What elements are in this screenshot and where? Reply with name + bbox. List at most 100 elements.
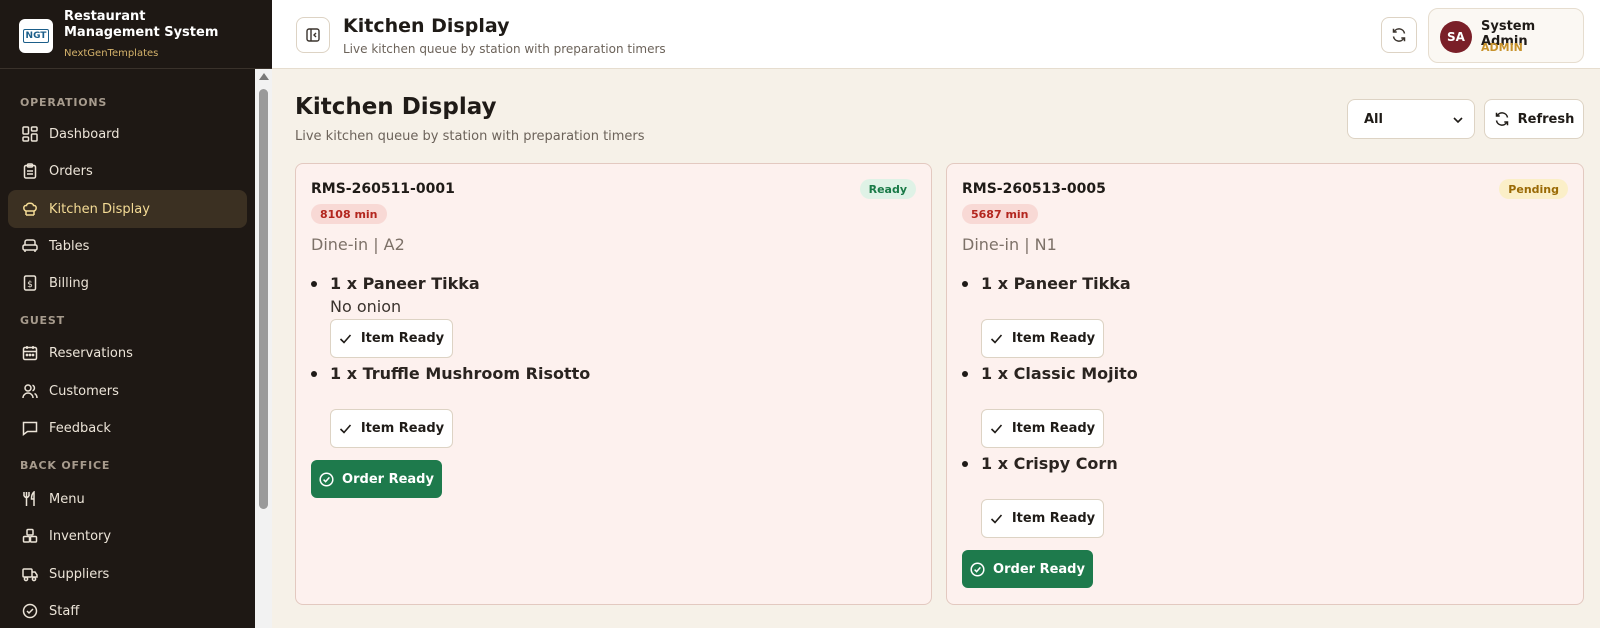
badge-check-icon [21,602,39,620]
section-label-back-office: BACK OFFICE [20,459,111,472]
item-note: No onion [330,297,402,316]
check-icon [990,512,1003,525]
dine-info: Dine-in | A2 [311,235,405,254]
brand-subtitle: NextGenTemplates [64,48,159,59]
chef-hat-icon [21,200,39,218]
item-ready-label: Item Ready [1011,421,1096,436]
panel-collapse-icon [306,28,320,42]
scroll-up-arrow-icon[interactable] [259,73,269,80]
refresh-label: Refresh [1517,111,1575,127]
sidebar-item-label: Feedback [49,420,111,436]
brand-title: Restaurant Management System [64,9,219,40]
station-filter-select[interactable]: All [1347,99,1475,139]
item-ready-button[interactable]: Item Ready [981,499,1104,538]
item-ready-label: Item Ready [1011,331,1096,346]
sidebar: NGT Restaurant Management System NextGen… [0,0,272,628]
order-card: RMS-260513-0005 5687 min Pending Dine-in… [946,163,1584,605]
sidebar-item-label: Reservations [49,345,133,361]
top-bar: Kitchen Display Live kitchen queue by st… [272,0,1600,69]
item-name: 1 x Classic Mojito [981,364,1138,383]
check-icon [339,332,352,345]
list-item: 1 x Truffle Mushroom Risotto [311,364,590,383]
order-ready-button[interactable]: Order Ready [962,550,1093,588]
sidebar-item-label: Kitchen Display [49,201,150,217]
item-ready-button[interactable]: Item Ready [981,319,1104,358]
users-icon [21,382,39,400]
dine-info: Dine-in | N1 [962,235,1057,254]
sidebar-item-tables[interactable]: Tables [8,227,247,265]
sidebar-item-label: Dashboard [49,126,120,142]
bullet [962,280,968,287]
item-ready-button[interactable]: Item Ready [330,409,453,448]
sidebar-item-dashboard[interactable]: Dashboard [8,115,247,153]
refresh-icon [1494,111,1510,127]
sidebar-item-label: Staff [49,603,80,619]
sidebar-item-label: Billing [49,275,89,291]
status-badge: Pending [1499,179,1568,199]
check-icon [339,422,352,435]
item-ready-label: Item Ready [360,421,445,436]
header-refresh-button[interactable] [1381,17,1417,53]
item-ready-button[interactable]: Item Ready [981,409,1104,448]
timer-badge: 8108 min [311,204,387,224]
item-ready-label: Item Ready [1011,511,1096,526]
sidebar-item-billing[interactable]: $ Billing [8,264,247,302]
order-ready-label: Order Ready [993,561,1085,577]
bullet [311,280,317,287]
sidebar-item-kitchen-display[interactable]: Kitchen Display [8,190,247,228]
sidebar-item-label: Tables [49,238,90,254]
message-icon [21,419,39,437]
list-item: 1 x Paneer Tikka [311,274,480,293]
item-ready-button[interactable]: Item Ready [330,319,453,358]
sidebar-item-customers[interactable]: Customers [8,372,247,410]
section-label-operations: OPERATIONS [20,96,108,109]
sidebar-item-label: Menu [49,491,85,507]
order-ready-label: Order Ready [342,471,434,487]
brand-logo: NGT [19,19,53,53]
order-card: RMS-260511-0001 8108 min Ready Dine-in |… [295,163,932,605]
item-name: 1 x Truffle Mushroom Risotto [330,364,591,383]
boxes-icon [21,527,39,545]
sidebar-item-menu[interactable]: Menu [8,480,247,518]
svg-text:$: $ [27,280,33,290]
sidebar-item-suppliers[interactable]: Suppliers [8,555,247,593]
filter-selected-value: All [1364,111,1383,127]
check-icon [990,422,1003,435]
circle-check-icon [319,471,334,487]
timer-badge: 5687 min [962,204,1038,224]
page-title: Kitchen Display [295,94,497,120]
order-id: RMS-260511-0001 [311,181,455,197]
sidebar-item-label: Inventory [49,528,112,544]
avatar: SA [1440,21,1472,53]
item-name: 1 x Paneer Tikka [330,274,480,293]
utensils-icon [21,490,39,508]
sidebar-item-orders[interactable]: Orders [8,152,247,190]
scroll-thumb[interactable] [259,89,268,509]
order-id: RMS-260513-0005 [962,181,1106,197]
item-ready-label: Item Ready [360,331,445,346]
item-name: 1 x Crispy Corn [981,454,1118,473]
brand-header: NGT Restaurant Management System NextGen… [0,0,272,69]
sidebar-scrollbar[interactable] [255,69,272,628]
section-label-guest: GUEST [20,314,65,327]
calendar-icon [21,344,39,362]
item-name: 1 x Paneer Tikka [981,274,1131,293]
order-ready-button[interactable]: Order Ready [311,460,442,498]
sidebar-item-label: Suppliers [49,566,110,582]
user-menu[interactable]: SA System Admin ADMIN [1428,8,1584,63]
refresh-icon [1391,27,1407,43]
sidebar-item-label: Orders [49,163,93,179]
bullet [962,460,968,467]
sidebar-item-feedback[interactable]: Feedback [8,409,247,447]
check-icon [990,332,1003,345]
sidebar-item-staff[interactable]: Staff [8,592,247,628]
list-item: 1 x Crispy Corn [962,454,1118,473]
page-subtitle: Live kitchen queue by station with prepa… [295,129,645,144]
sidebar-item-reservations[interactable]: Reservations [8,334,247,372]
dashboard-icon [21,125,39,143]
sofa-icon [21,237,39,255]
refresh-button[interactable]: Refresh [1484,99,1584,139]
circle-check-icon [970,561,985,577]
sidebar-item-inventory[interactable]: Inventory [8,517,247,555]
sidebar-toggle-button[interactable] [296,17,330,53]
